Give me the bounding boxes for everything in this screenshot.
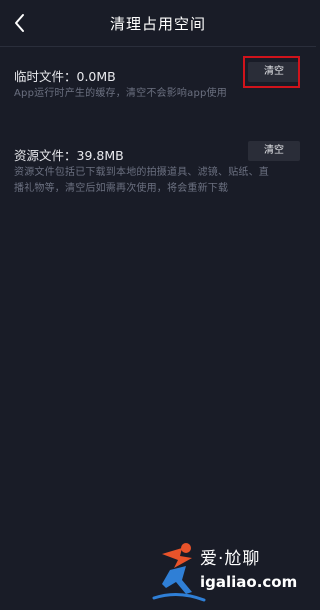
resource-files-title: 资源文件：39.8MB: [14, 148, 124, 163]
watermark-text-cn: 爱·尬聊: [200, 549, 261, 569]
resource-files-description-line2: 播礼物等，清空后如需再次使用，将会重新下载: [14, 183, 229, 194]
temp-files-title: 临时文件：0.0MB: [14, 69, 116, 84]
watermark: 爱·尬聊 igaliao.com: [152, 540, 312, 606]
resource-files-description-line1: 资源文件包括已下载到本地的拍摄道具、滤镜、贴纸、直: [14, 167, 269, 178]
clear-resource-files-button[interactable]: 清空: [248, 141, 300, 161]
nav-bar: 清理占用空间: [0, 0, 316, 46]
highlight-box: [243, 56, 300, 88]
watermark-text-en: igaliao.com: [200, 573, 298, 591]
temp-files-description: App运行时产生的缓存，清空不会影响app使用: [14, 88, 227, 99]
header-divider: [0, 46, 316, 47]
page-title: 清理占用空间: [109, 15, 206, 33]
